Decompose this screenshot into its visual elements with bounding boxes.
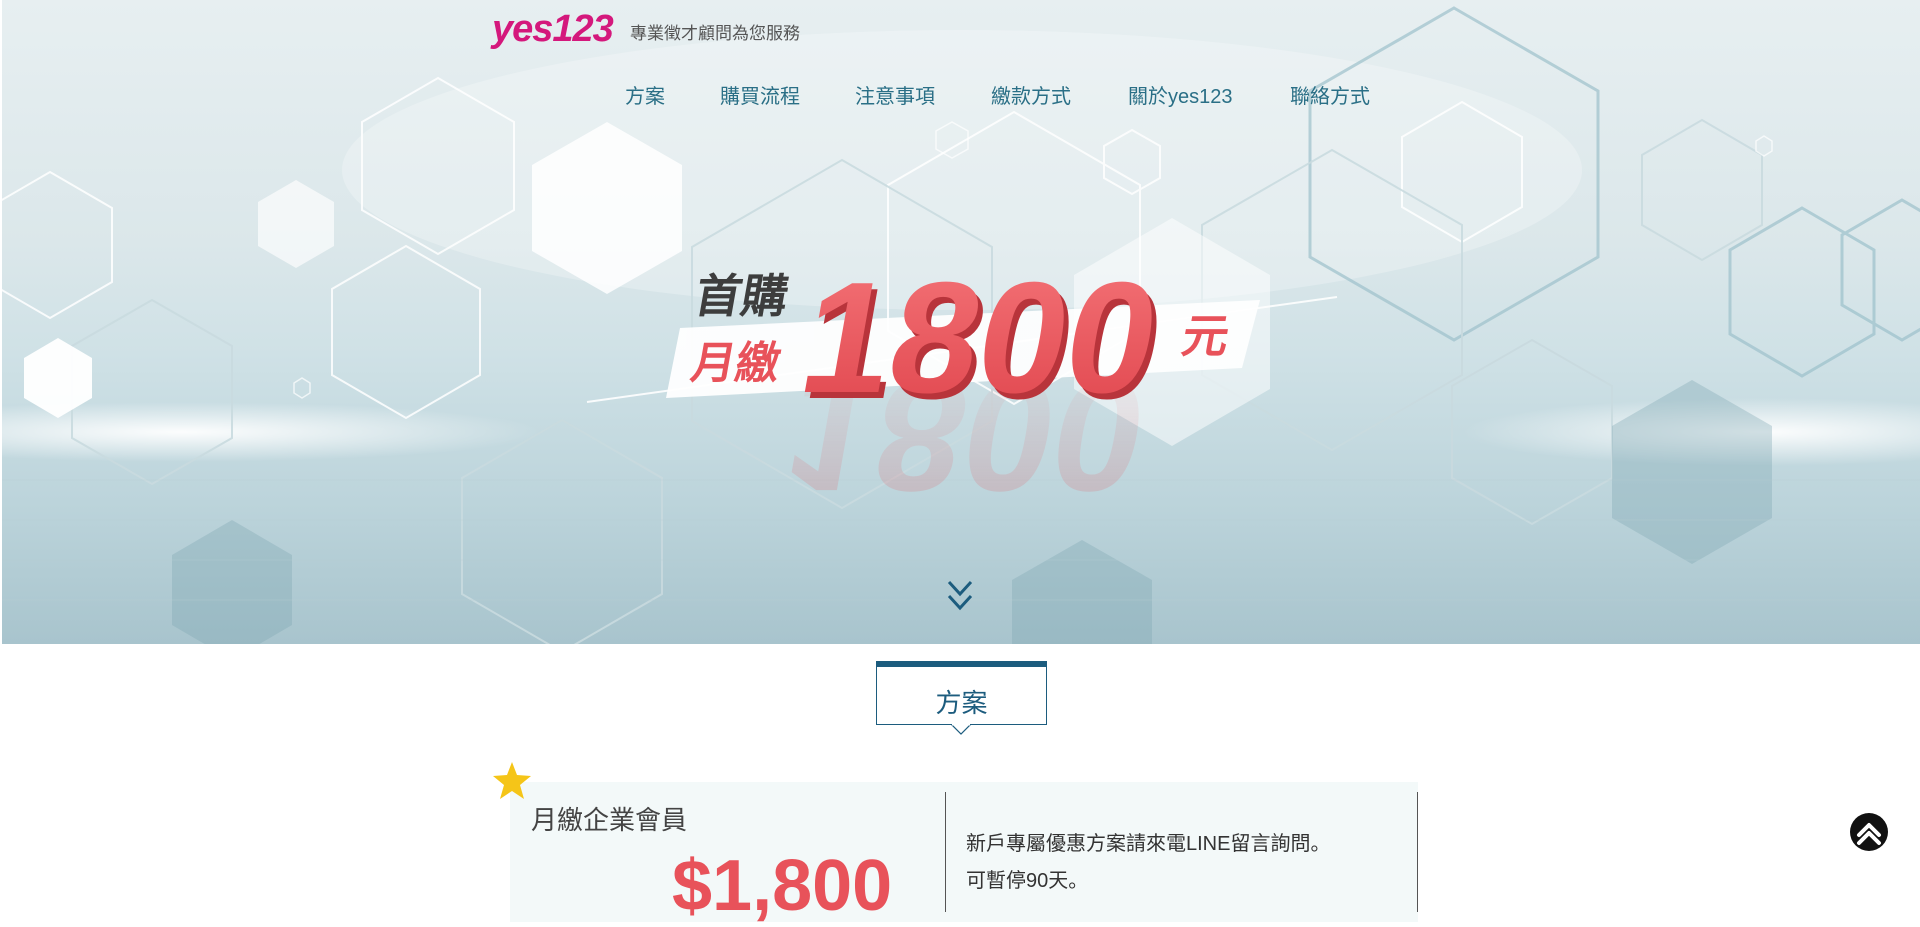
section-title: 方案 [935, 688, 988, 718]
hero-banner: yes123 專業徵才顧問為您服務 方案 購買流程 注意事項 繳款方式 關於ye… [2, 0, 1920, 644]
promo-amount: 1800 [789, 249, 1172, 426]
double-chevron-down-icon[interactable] [942, 578, 978, 618]
arrow-up-circle-icon[interactable] [1849, 812, 1889, 852]
card-right-border [1417, 792, 1418, 912]
section-title-tab: 方案 [876, 661, 1047, 725]
plan-title: 月繳企業會員 [531, 805, 688, 835]
plan-description-line: 可暫停90天。 [966, 870, 1089, 892]
promo-line1: 首購 [691, 270, 792, 322]
tab-pointer [951, 724, 971, 735]
promo-line2: 月繳 [688, 339, 785, 388]
card-divider [945, 792, 946, 912]
plan-price: $1,800 [672, 846, 893, 926]
promo-unit: 元 [1178, 310, 1233, 362]
plan-description-line: 新戶專屬優惠方案請來電LINE留言詢問。 [966, 833, 1331, 855]
promo-graphic: 首購 月繳 1800 1800 1800 元 [586, 249, 1338, 524]
star-icon [493, 762, 531, 799]
